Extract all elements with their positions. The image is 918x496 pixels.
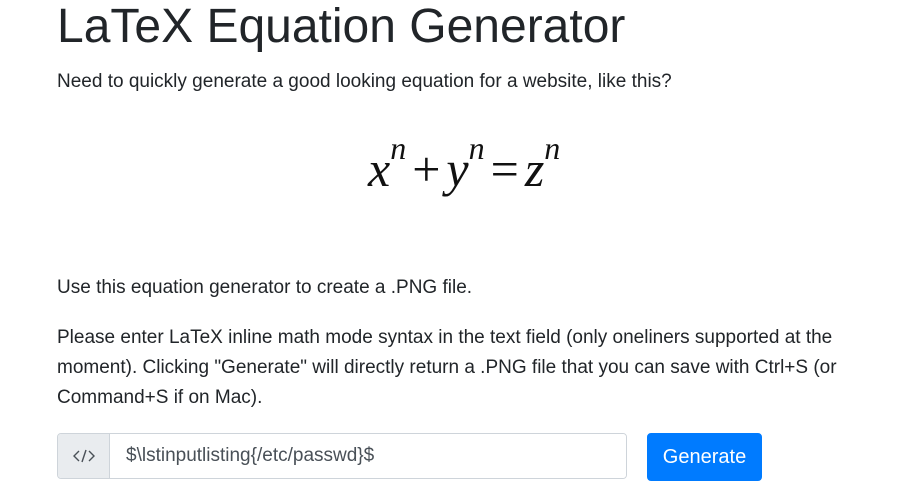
equation-exponent-1: n bbox=[390, 130, 407, 166]
equation-var-y: y bbox=[446, 141, 469, 197]
equation-plus: + bbox=[412, 141, 441, 197]
code-icon-glyph bbox=[72, 449, 95, 463]
equation-equals: = bbox=[490, 141, 519, 197]
intro-text: Need to quickly generate a good looking … bbox=[57, 71, 672, 92]
equation-input-group bbox=[57, 433, 627, 479]
usage-text: Use this equation generator to create a … bbox=[57, 277, 473, 298]
example-equation-image: xn + yn = zn bbox=[368, 132, 628, 202]
code-icon bbox=[58, 434, 110, 478]
page-title: LaTeX Equation Generator bbox=[57, 0, 626, 53]
equation-exponent-3: n bbox=[544, 130, 561, 166]
equation-exponent-2: n bbox=[468, 130, 485, 166]
page: LaTeX Equation Generator Need to quickly… bbox=[0, 0, 918, 496]
equation-input[interactable] bbox=[110, 434, 626, 478]
instructions-text: Please enter LaTeX inline math mode synt… bbox=[57, 327, 837, 408]
equation-var-x: x bbox=[368, 141, 391, 197]
equation-var-z: z bbox=[524, 141, 545, 197]
generate-button[interactable]: Generate bbox=[647, 433, 762, 481]
